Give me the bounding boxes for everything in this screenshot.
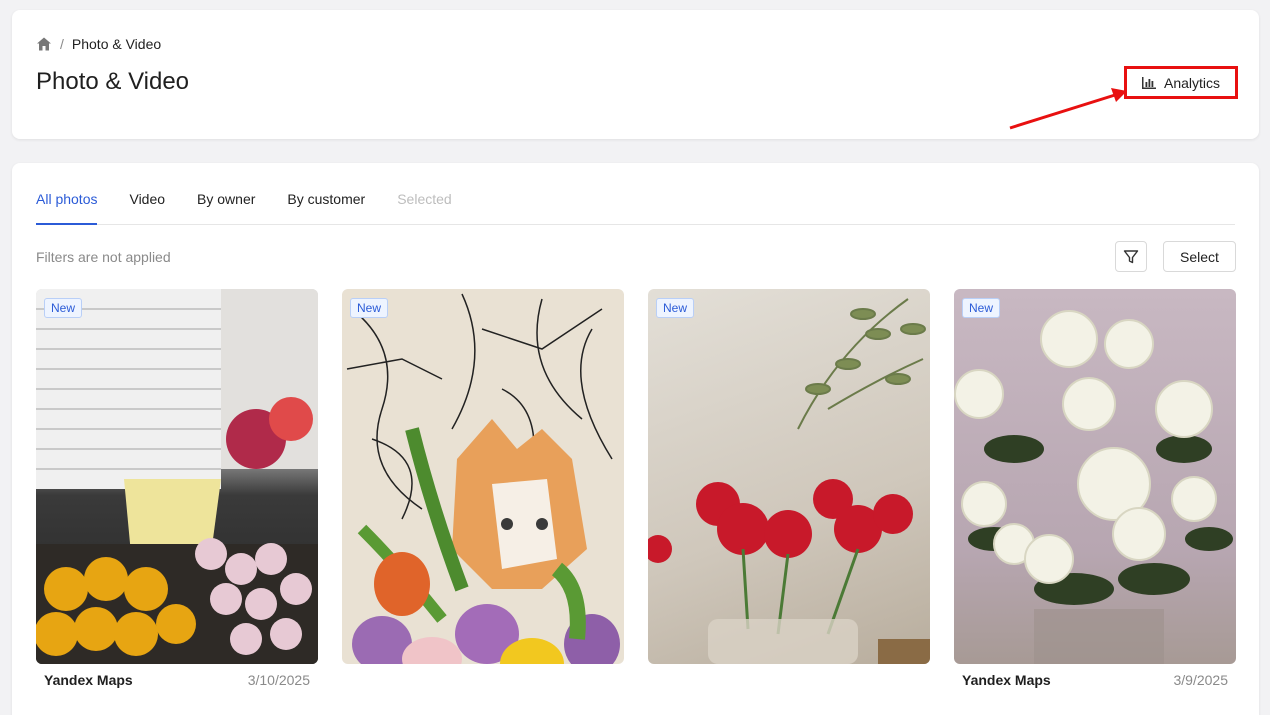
new-badge: New xyxy=(350,298,389,318)
photo-owner: Yandex Maps xyxy=(962,672,1051,688)
photo-card[interactable]: New xyxy=(648,289,930,664)
page-title: Photo & Video xyxy=(36,68,190,95)
photo-image xyxy=(346,293,620,664)
breadcrumb-current: Photo & Video xyxy=(71,36,162,52)
analytics-button[interactable]: Analytics xyxy=(1124,66,1238,99)
photo-thumbnail[interactable]: New xyxy=(648,289,930,664)
photo-date: 3/9/2025 xyxy=(1173,672,1229,688)
annotation-arrow xyxy=(1009,88,1127,130)
tab-selected: Selected xyxy=(397,191,452,207)
tab-video[interactable]: Video xyxy=(129,191,165,225)
analytics-button-label: Analytics xyxy=(1163,74,1221,91)
filter-icon xyxy=(1123,249,1139,263)
photo-card[interactable]: New Yandex Maps 3/9/2025 xyxy=(954,289,1236,688)
media-gallery: All photos Video By owner By customer Se… xyxy=(12,163,1259,715)
new-badge: New xyxy=(962,298,1001,318)
filter-button[interactable] xyxy=(1115,241,1147,272)
tab-bar: All photos Video By owner By customer Se… xyxy=(36,191,1235,225)
filters-status: Filters are not applied xyxy=(36,249,171,265)
photo-owner: Yandex Maps xyxy=(44,672,133,688)
bar-chart-icon xyxy=(1141,76,1156,89)
photo-meta: Yandex Maps 3/9/2025 xyxy=(954,664,1236,688)
photo-date: 3/10/2025 xyxy=(247,672,310,688)
photo-image xyxy=(648,298,930,664)
new-badge: New xyxy=(656,298,695,318)
tab-by-owner[interactable]: By owner xyxy=(197,191,255,225)
page-header: / Photo & Video Photo & Video Analytics xyxy=(12,10,1259,139)
tab-all-photos[interactable]: All photos xyxy=(36,191,98,225)
photo-card[interactable]: New Yandex Maps 3/10/2025 xyxy=(36,289,318,688)
photo-thumbnail[interactable]: New xyxy=(954,289,1236,664)
tab-by-customer[interactable]: By customer xyxy=(287,191,365,225)
photo-meta: Yandex Maps 3/10/2025 xyxy=(36,664,318,688)
photo-image xyxy=(36,289,318,664)
photo-image xyxy=(954,310,1233,664)
home-icon[interactable] xyxy=(36,36,52,52)
photo-thumbnail[interactable]: New xyxy=(342,289,624,664)
photo-thumbnail[interactable]: New xyxy=(36,289,318,664)
breadcrumb-separator: / xyxy=(60,36,64,52)
photo-card[interactable]: New xyxy=(342,289,624,664)
select-button[interactable]: Select xyxy=(1163,241,1236,272)
new-badge: New xyxy=(44,298,83,318)
breadcrumb: / Photo & Video xyxy=(36,36,161,52)
